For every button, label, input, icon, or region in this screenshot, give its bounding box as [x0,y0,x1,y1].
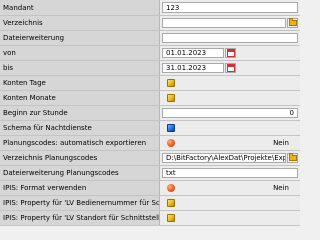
ipis-standort-value[interactable] [160,211,300,225]
label-mandant: Mandant [0,0,160,15]
calendar-icon [226,64,235,72]
blue-cube-icon[interactable] [167,124,175,132]
row-schema-nachtdienste: Schema für Nachtdienste [0,121,300,136]
konten-tage-value[interactable] [160,76,300,90]
calendar-icon [226,49,235,57]
property-grid: Mandant 123 Verzeichnis Dateierweiterung… [0,0,300,233]
label-von: von [0,46,160,60]
schema-nachtdienste-value[interactable] [160,121,300,135]
row-konten-monate: Konten Monate [0,91,300,106]
label-ipis-bedienernummer: IPIS: Property für 'LV Bedienernummer fü… [0,196,160,210]
verzeichnis-input[interactable] [162,18,286,28]
folder-browse-icon [288,18,297,26]
label-ipis-standort: IPIS: Property für 'LV Standort für Schn… [0,211,160,225]
dateierweiterung-input[interactable] [162,33,298,43]
dateierweiterung-planungscodes-input[interactable]: txt [162,168,298,178]
folder-browse-icon [288,153,297,161]
row-dateierweiterung-planungscodes: Dateierweiterung Planungscodes txt [0,166,300,181]
label-verzeichnis: Verzeichnis [0,16,160,30]
row-ipis-format: IPIS: Format verwenden Nein [0,181,300,196]
ipis-format-value: Nein [273,184,289,192]
row-verzeichnis-planungscodes: Verzeichnis Planungscodes D:\BitFactory\… [0,151,300,166]
ipis-format-toggle[interactable]: Nein [160,181,300,195]
yellow-cube-icon[interactable] [167,199,175,207]
red-dot-icon[interactable] [167,139,175,147]
ipis-bedienernummer-value[interactable] [160,196,300,210]
row-planungscodes-export: Planungscodes: automatisch exportieren N… [0,136,300,151]
label-schema-nachtdienste: Schema für Nachtdienste [0,121,160,135]
label-planungscodes-export: Planungscodes: automatisch exportieren [0,136,160,150]
red-dot-icon[interactable] [167,184,175,192]
label-verzeichnis-planungscodes: Verzeichnis Planungscodes [0,151,160,165]
row-mandant: Mandant 123 [0,0,300,16]
row-dateierweiterung: Dateierweiterung [0,31,300,46]
label-bis: bis [0,61,160,75]
row-von: von 01.01.2023 [0,46,300,61]
verzeichnis-planungscodes-browse-button[interactable] [287,153,298,163]
konten-monate-value[interactable] [160,91,300,105]
row-verzeichnis: Verzeichnis [0,16,300,31]
yellow-cube-icon[interactable] [167,214,175,222]
label-dateierweiterung-planungscodes: Dateierweiterung Planungscodes [0,166,160,180]
bis-calendar-button[interactable] [225,63,236,73]
row-konten-tage: Konten Tage [0,76,300,91]
row-ipis-bedienernummer: IPIS: Property für 'LV Bedienernummer fü… [0,196,300,211]
row-ipis-standort: IPIS: Property für 'LV Standort für Schn… [0,211,300,226]
yellow-cube-icon[interactable] [167,79,175,87]
row-beginn-zur-stunde: Beginn zur Stunde 0 [0,106,300,121]
yellow-cube-icon[interactable] [167,94,175,102]
verzeichnis-browse-button[interactable] [287,18,298,28]
planungscodes-export-value: Nein [273,139,289,147]
label-dateierweiterung: Dateierweiterung [0,31,160,45]
planungscodes-export-toggle[interactable]: Nein [160,136,300,150]
label-konten-tage: Konten Tage [0,76,160,90]
label-ipis-format: IPIS: Format verwenden [0,181,160,195]
mandant-input[interactable]: 123 [162,2,298,13]
bis-date-input[interactable]: 31.01.2023 [162,63,224,73]
von-calendar-button[interactable] [225,48,236,58]
label-beginn-zur-stunde: Beginn zur Stunde [0,106,160,120]
verzeichnis-planungscodes-input[interactable]: D:\BitFactory\AlexDat\Projekte\Exporte_ [162,153,286,163]
label-konten-monate: Konten Monate [0,91,160,105]
beginn-zur-stunde-input[interactable]: 0 [162,108,298,118]
von-date-input[interactable]: 01.01.2023 [162,48,224,58]
row-bis: bis 31.01.2023 [0,61,300,76]
